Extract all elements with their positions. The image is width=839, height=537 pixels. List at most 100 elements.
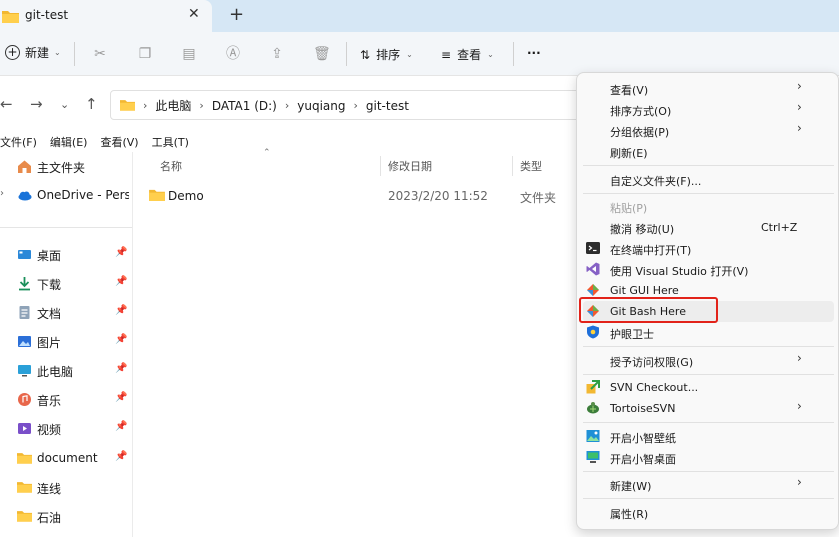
- new-button[interactable]: + 新建 ⌄: [5, 44, 61, 61]
- column-header-type[interactable]: 类型: [520, 158, 542, 174]
- sidebar-item-onedrive[interactable]: › OneDrive - Perso: [0, 185, 132, 207]
- menu-item-tortoisesvn[interactable]: TortoiseSVN ›: [583, 398, 834, 419]
- column-divider[interactable]: [380, 156, 381, 176]
- menu-item-label: 分组依据(P): [610, 126, 670, 139]
- menu-item-eye-guard[interactable]: 护眼卫士: [583, 322, 834, 343]
- menu-item-label: 属性(R): [610, 508, 649, 521]
- menu-view[interactable]: 查看(V): [100, 134, 138, 152]
- breadcrumb-git-test[interactable]: git-test: [366, 99, 409, 113]
- breadcrumb-this-pc[interactable]: 此电脑: [155, 97, 191, 114]
- paste-icon[interactable]: ▤: [181, 46, 197, 62]
- view-icon: ≡: [441, 47, 452, 62]
- menu-item-group[interactable]: 分组依据(P) ›: [583, 120, 834, 141]
- rename-icon[interactable]: Ⓐ: [225, 46, 241, 62]
- share-icon[interactable]: ⇪: [269, 46, 285, 62]
- column-divider[interactable]: [512, 156, 513, 176]
- folder-icon: [149, 188, 165, 204]
- sidebar-item-home[interactable]: 主文件夹: [0, 156, 132, 178]
- forward-icon[interactable]: →: [30, 95, 43, 113]
- sidebar-item-desktop[interactable]: 桌面 📌: [0, 244, 132, 266]
- menu-divider: [583, 165, 834, 166]
- menu-tools[interactable]: 工具(T): [152, 134, 189, 152]
- sidebar-item-music[interactable]: 音乐 📌: [0, 389, 132, 411]
- sidebar-item-lianxian[interactable]: 连线: [0, 477, 132, 499]
- shortcut-label: Ctrl+Z: [761, 221, 798, 234]
- pin-icon[interactable]: 📌: [115, 451, 127, 462]
- menu-edit[interactable]: 编辑(E): [50, 134, 88, 152]
- close-tab-icon[interactable]: ✕: [188, 6, 200, 22]
- sidebar-item-shiyou[interactable]: 石油: [0, 506, 132, 528]
- sidebar-item-pictures[interactable]: 图片 📌: [0, 331, 132, 353]
- chevron-right-icon: ›: [797, 351, 802, 365]
- menu-bar: 文件(F) 编辑(E) 查看(V) 工具(T): [0, 134, 202, 152]
- view-label: 查看: [457, 48, 482, 62]
- menu-file[interactable]: 文件(F): [0, 134, 37, 152]
- pin-icon[interactable]: 📌: [115, 276, 127, 287]
- breadcrumb-drive[interactable]: DATA1 (D:): [212, 99, 277, 113]
- chevron-down-icon: ⌄: [406, 50, 413, 59]
- menu-item-label: Git GUI Here: [610, 284, 679, 297]
- menu-item-properties[interactable]: 属性(R): [583, 502, 834, 523]
- more-button[interactable]: ···: [527, 46, 541, 60]
- pin-icon[interactable]: 📌: [115, 363, 127, 374]
- menu-item-xiaozhi-desktop[interactable]: 开启小智桌面: [583, 447, 834, 468]
- pane-splitter[interactable]: [132, 152, 133, 537]
- tab-git-test[interactable]: git-test ✕: [0, 0, 212, 32]
- menu-item-open-visual-studio[interactable]: 使用 Visual Studio 打开(V): [583, 259, 834, 280]
- address-bar[interactable]: › 此电脑 › DATA1 (D:) › yuqiang › git-test: [110, 90, 580, 120]
- sidebar-item-videos[interactable]: 视频 📌: [0, 418, 132, 440]
- pin-icon[interactable]: 📌: [115, 305, 127, 316]
- copy-icon[interactable]: ❐: [137, 46, 153, 62]
- tortoise-icon: [586, 401, 600, 415]
- git-gui-icon: [586, 283, 600, 297]
- menu-item-label: 自定义文件夹(F)...: [610, 175, 702, 188]
- pin-icon[interactable]: 📌: [115, 421, 127, 432]
- menu-item-svn-checkout[interactable]: SVN Checkout...: [583, 377, 834, 398]
- menu-divider: [583, 498, 834, 499]
- pin-icon[interactable]: 📌: [115, 392, 127, 403]
- menu-item-undo[interactable]: 撤消 移动(U) Ctrl+Z: [583, 217, 834, 238]
- menu-item-xiaozhi-wallpaper[interactable]: 开启小智壁纸: [583, 426, 834, 447]
- download-icon: [17, 276, 32, 291]
- breadcrumb-yuqiang[interactable]: yuqiang: [297, 99, 345, 113]
- music-icon: [17, 392, 32, 407]
- menu-item-grant-access[interactable]: 授予访问权限(G) ›: [583, 350, 834, 371]
- svn-checkout-icon: [586, 380, 600, 394]
- column-header-name[interactable]: 名称: [160, 158, 182, 174]
- pin-icon[interactable]: 📌: [115, 334, 127, 345]
- tab-title: git-test: [25, 8, 69, 22]
- sidebar-item-label: 石油: [37, 511, 62, 525]
- sidebar-item-downloads[interactable]: 下载 📌: [0, 273, 132, 295]
- view-button[interactable]: ≡ 查看 ⌄: [441, 46, 494, 63]
- menu-item-new[interactable]: 新建(W) ›: [583, 474, 834, 495]
- pin-icon[interactable]: 📌: [115, 247, 127, 258]
- sidebar-divider: [0, 227, 132, 228]
- menu-item-label: 授予访问权限(G): [610, 356, 694, 369]
- menu-item-view[interactable]: 查看(V) ›: [583, 78, 834, 99]
- sidebar-item-documents[interactable]: 文档 📌: [0, 302, 132, 324]
- chevron-right-icon: ›: [199, 99, 204, 112]
- up-icon[interactable]: ↑: [85, 95, 98, 113]
- sidebar-item-this-pc[interactable]: 此电脑 📌: [0, 360, 132, 382]
- new-tab-button[interactable]: +: [229, 4, 244, 25]
- sidebar-item-document-folder[interactable]: document 📌: [0, 448, 132, 470]
- menu-item-open-terminal[interactable]: 在终端中打开(T): [583, 238, 834, 259]
- menu-item-customize[interactable]: 自定义文件夹(F)...: [583, 169, 834, 190]
- file-row[interactable]: Demo 2023/2/20 11:52 文件夹: [148, 187, 578, 205]
- recent-chevron-icon[interactable]: ⌄: [60, 98, 69, 111]
- sort-button[interactable]: ⇅ 排序 ⌄: [360, 46, 413, 63]
- chevron-right-icon: ›: [797, 475, 802, 489]
- menu-divider: [583, 346, 834, 347]
- chevron-right-icon[interactable]: ›: [0, 188, 4, 199]
- file-type: 文件夹: [520, 191, 557, 205]
- pictures-icon: [17, 334, 32, 349]
- sort-ascending-icon: ⌃: [263, 148, 271, 158]
- menu-item-refresh[interactable]: 刷新(E): [583, 141, 834, 162]
- back-icon[interactable]: ←: [0, 95, 13, 113]
- delete-icon[interactable]: 🗑: [313, 46, 331, 62]
- menu-item-label: 排序方式(O): [610, 105, 672, 118]
- cut-icon[interactable]: ✂: [92, 46, 108, 62]
- column-header-date[interactable]: 修改日期: [388, 158, 432, 174]
- menu-item-label: 查看(V): [610, 84, 649, 97]
- menu-item-sort[interactable]: 排序方式(O) ›: [583, 99, 834, 120]
